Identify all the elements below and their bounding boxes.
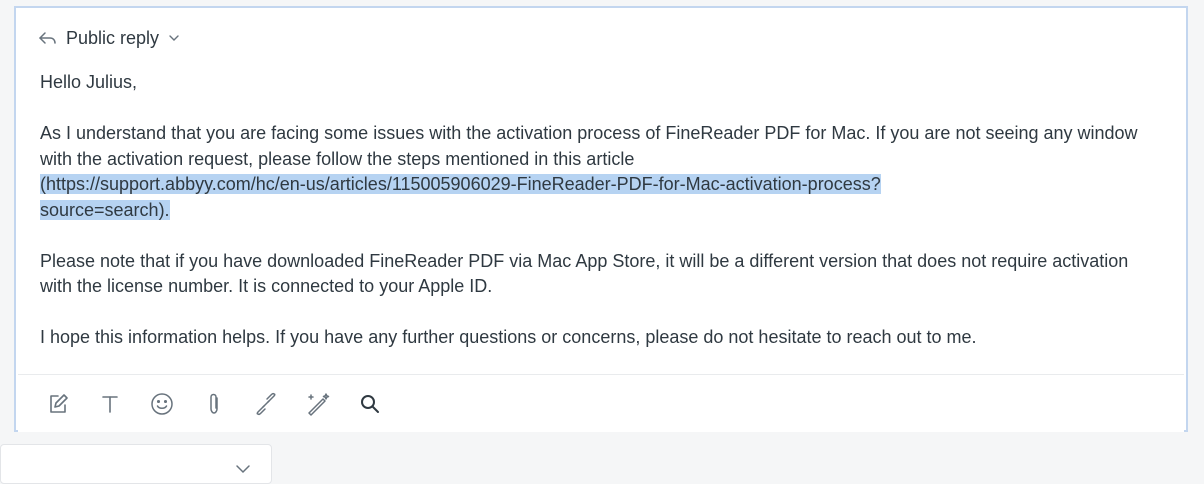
message-paragraph-1: As I understand that you are facing some… [40, 121, 1150, 223]
paragraph-1-text: As I understand that you are facing some… [40, 123, 1138, 169]
search-icon[interactable] [356, 390, 384, 418]
chevron-down-icon[interactable] [167, 33, 181, 43]
chevron-down-icon[interactable] [234, 462, 252, 480]
channel-label[interactable]: Public reply [66, 28, 159, 49]
reply-arrow-icon [38, 30, 58, 46]
article-link-selected-continued[interactable]: source=search). [40, 199, 170, 220]
article-link-selected[interactable]: (https://support.abbyy.com/hc/en-us/arti… [40, 174, 881, 194]
emoji-icon[interactable] [148, 390, 176, 418]
link-icon[interactable] [252, 390, 280, 418]
message-paragraph-2: Please note that if you have downloaded … [40, 250, 1129, 297]
message-paragraph-3: I hope this information helps. If you ha… [40, 327, 977, 347]
message-editor[interactable]: Hello Julius, As I understand that you a… [40, 70, 1150, 376]
text-format-icon[interactable] [96, 390, 124, 418]
magic-wand-icon[interactable] [304, 390, 332, 418]
composer-header[interactable]: Public reply [38, 24, 181, 52]
reply-composer[interactable]: Public reply Hello Julius, As I understa… [14, 6, 1188, 432]
secondary-dropdown[interactable] [0, 444, 272, 484]
message-greeting: Hello Julius, [40, 72, 138, 92]
compose-icon[interactable] [44, 390, 72, 418]
attachment-icon[interactable] [200, 390, 228, 418]
formatting-toolbar [18, 374, 1184, 432]
